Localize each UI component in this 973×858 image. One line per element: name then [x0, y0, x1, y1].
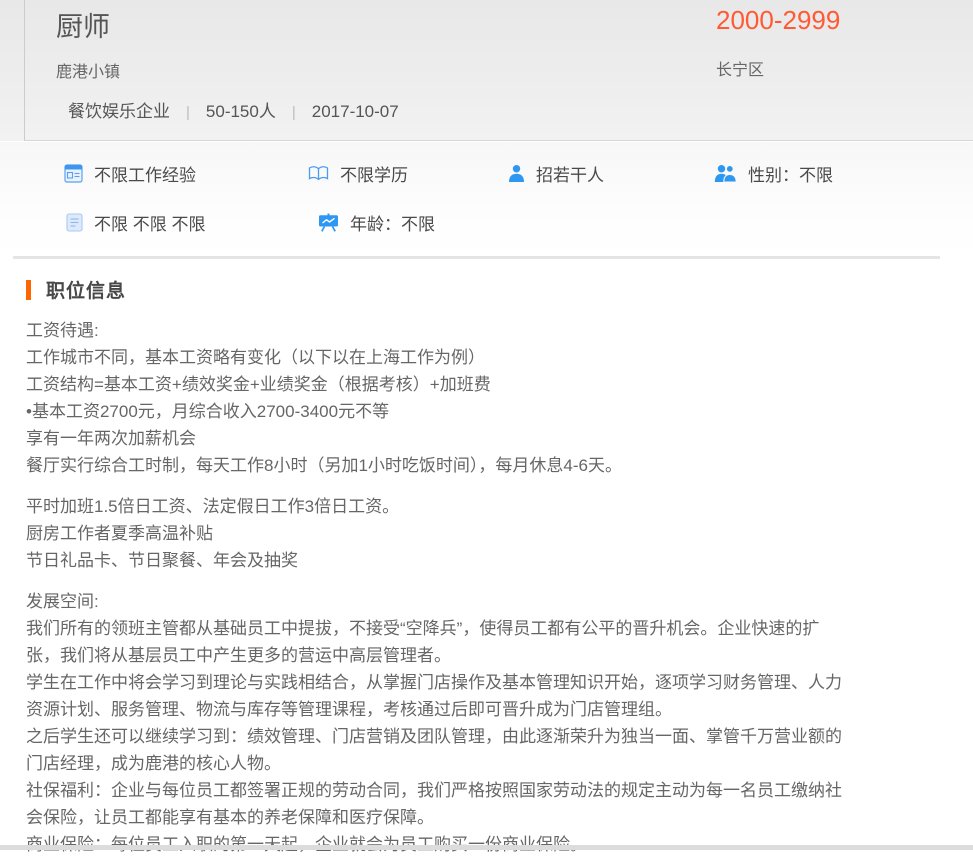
description-line: •基本工资2700元，月综合收入2700-3400元不等 — [26, 398, 956, 425]
company-type: 餐饮娱乐企业 — [68, 102, 170, 121]
summary-label: 不限学历 — [340, 161, 408, 186]
meta-separator: | — [276, 104, 312, 121]
section-accent-bar — [26, 280, 31, 300]
description-line: 厨房工作者夏季高温补贴 — [26, 520, 956, 547]
person-icon — [508, 164, 525, 183]
meta-separator: | — [170, 104, 206, 121]
description-line: 餐厅实行综合工时制，每天工作8小时（另加1小时吃饭时间），每月休息4-6天。 — [26, 452, 956, 479]
description-line: 之后学生还可以继续学习到：绩效管理、门店营销及团队管理，由此逐渐荣升为独当一面、… — [26, 723, 956, 750]
chart-board-icon — [318, 213, 339, 232]
description-line: 会保险，让员工都能享有基本的养老保障和医疗保障。 — [26, 804, 956, 831]
company-name: 鹿港小镇 — [56, 58, 120, 82]
job-summary-grid: 不限工作经验 不限学历 招若干人 性别：不限 — [0, 142, 973, 256]
document-icon — [66, 213, 83, 232]
bottom-divider — [0, 845, 973, 850]
salary-range: 2000-2999 — [716, 5, 840, 36]
description-line: 工资结构=基本工资+绩效奖金+业绩奖金（根据考核）+加班费 — [26, 371, 956, 398]
description-line: 节日礼品卡、节日聚餐、年会及抽奖 — [26, 547, 956, 574]
job-description: 工资待遇: 工作城市不同，基本工资略有变化（以下以在上海工作为例） 工资结构=基… — [26, 317, 956, 858]
publish-date: 2017-10-07 — [312, 102, 399, 121]
description-line: 社保福利：企业与每位员工都签署正规的劳动合同，我们严格按照国家劳动法的规定主动为… — [26, 777, 956, 804]
summary-label: 不限 不限 不限 — [94, 210, 205, 235]
job-info-header: 职位信息 — [26, 276, 126, 303]
page-title: 厨师 — [56, 5, 110, 44]
company-meta-row: 餐饮娱乐企业|50-150人|2017-10-07 — [68, 97, 399, 122]
section-divider — [13, 256, 940, 259]
description-line: 平时加班1.5倍日工资、法定假日工作3倍日工资。 — [26, 493, 956, 520]
people-icon — [714, 164, 737, 183]
company-size: 50-150人 — [206, 102, 276, 121]
summary-label: 不限工作经验 — [94, 161, 196, 186]
description-line: 工作城市不同，基本工资略有变化（以下以在上海工作为例） — [26, 344, 956, 371]
description-line: 享有一年两次加薪机会 — [26, 425, 956, 452]
description-line: 工资待遇: — [26, 317, 956, 344]
description-line: 我们所有的领班主管都从基础员工中提拔，不接受“空降兵”，使得员工都有公平的晋升机… — [26, 615, 956, 642]
summary-item-headcount: 招若干人 — [508, 161, 604, 186]
description-line: 门店经理，成为鹿港的核心人物。 — [26, 750, 956, 777]
summary-item-age: 年龄：不限 — [318, 210, 435, 235]
summary-label: 招若干人 — [536, 161, 604, 186]
description-blank-line — [26, 574, 956, 588]
book-icon — [308, 165, 329, 182]
job-header-banner: 厨师 2000-2999 鹿港小镇 长宁区 餐饮娱乐企业|50-150人|201… — [0, 0, 973, 141]
resume-icon — [64, 164, 83, 183]
description-line: 资源计划、服务管理、物流与库存等管理课程，考核通过后即可晋升成为门店管理组。 — [26, 696, 956, 723]
description-line: 学生在工作中将会学习到理论与实践相结合，从掌握门店操作及基本管理知识开始，逐项学… — [26, 669, 956, 696]
district-label: 长宁区 — [716, 56, 764, 80]
description-blank-line — [26, 479, 956, 493]
description-line: 发展空间: — [26, 588, 956, 615]
summary-item-gender: 性别：不限 — [714, 161, 833, 186]
summary-item-other: 不限 不限 不限 — [66, 210, 205, 235]
summary-label: 年龄：不限 — [350, 210, 435, 235]
summary-item-experience: 不限工作经验 — [64, 161, 196, 186]
summary-label: 性别：不限 — [748, 161, 833, 186]
summary-item-education: 不限学历 — [308, 161, 408, 186]
description-line: 张，我们将从基层员工中产生更多的营运中高层管理者。 — [26, 642, 956, 669]
section-title: 职位信息 — [46, 276, 126, 303]
